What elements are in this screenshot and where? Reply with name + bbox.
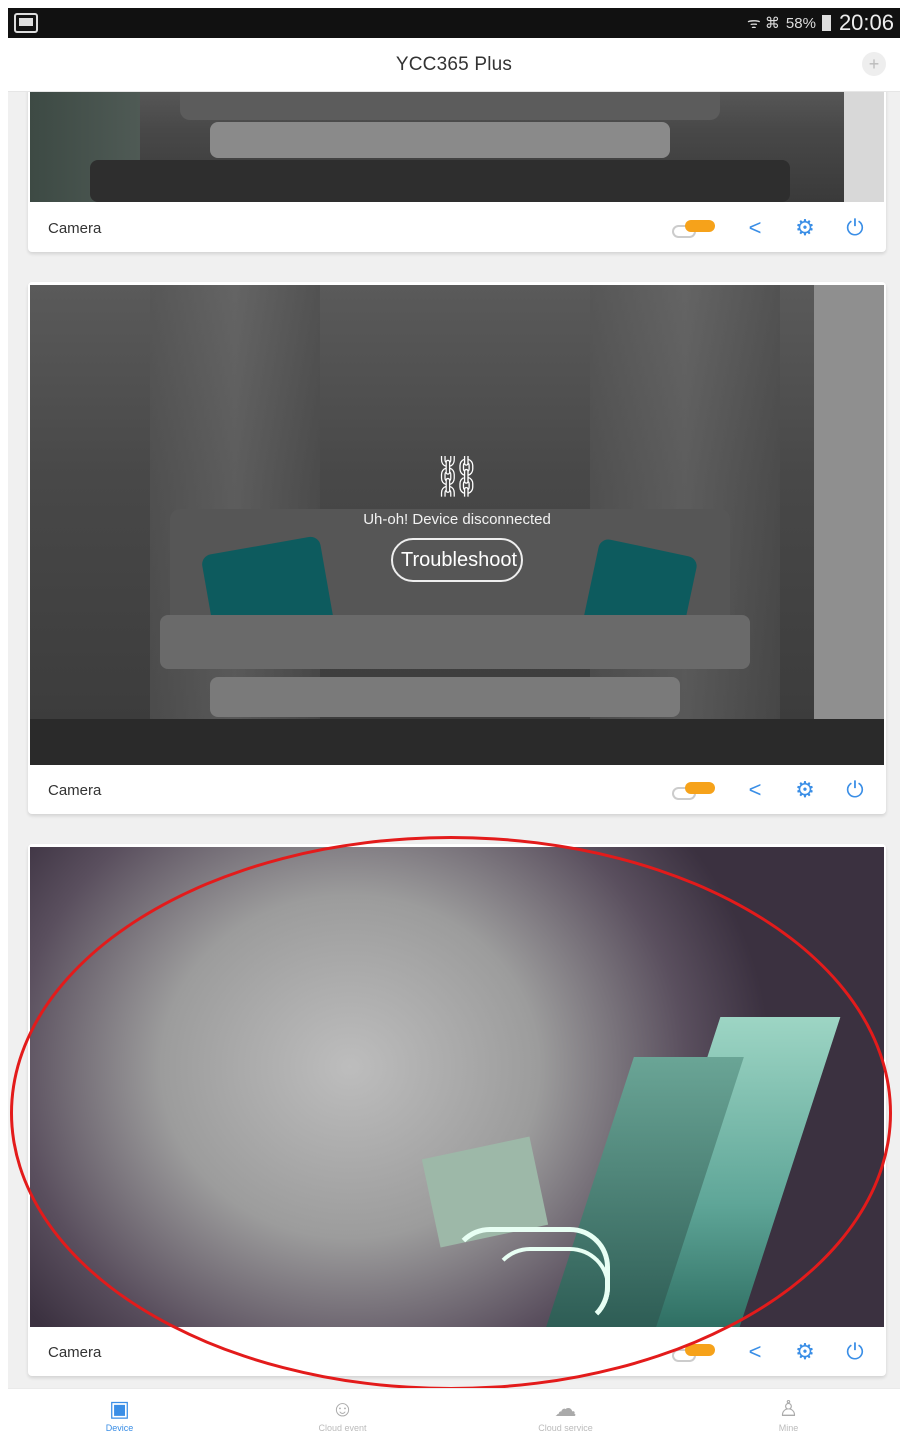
disconnected-overlay: ⛓ Uh-oh! Device disconnected Troubleshoo…	[30, 455, 884, 582]
broken-link-icon: ⛓	[431, 455, 483, 499]
status-indicators: ᯤ ⌘ 58% 20:06	[747, 10, 894, 36]
share-icon[interactable]: <	[744, 1341, 766, 1363]
card-actions: < ⚙ ⏻	[672, 216, 866, 240]
nav-label: Mine	[778, 1422, 799, 1433]
camera-feed[interactable]	[30, 92, 884, 202]
power-icon[interactable]: ⏻	[844, 1341, 866, 1363]
cloud-icon[interactable]	[672, 216, 716, 240]
signal-icon: ᯤ ⌘	[747, 15, 780, 32]
bottom-nav: ▣ Device ☺ Cloud event ☁ Cloud service ♙…	[8, 1388, 900, 1440]
camera-name[interactable]: Camera	[48, 220, 101, 237]
camera-feed[interactable]: ⛓ Uh-oh! Device disconnected Troubleshoo…	[30, 285, 884, 765]
nav-mine[interactable]: ♙ Mine	[729, 1395, 849, 1433]
clock: 20:06	[838, 10, 894, 35]
status-bar: ᯤ ⌘ 58% 20:06	[8, 8, 900, 38]
user-icon: ♙	[778, 1395, 799, 1421]
cloud-icon: ☁	[554, 1395, 577, 1421]
app-header: YCC365 Plus +	[8, 38, 900, 92]
battery-icon	[821, 15, 831, 31]
card-actions: < ⚙ ⏻	[672, 1340, 866, 1364]
device-icon: ▣	[109, 1395, 130, 1421]
annotation-ellipse	[10, 836, 892, 1390]
nav-label: Cloud event	[318, 1422, 367, 1433]
nav-cloud-event[interactable]: ☺ Cloud event	[283, 1395, 403, 1433]
battery-percent: 58%	[785, 14, 816, 32]
app-title: YCC365 Plus	[395, 53, 513, 75]
nav-cloud-service[interactable]: ☁ Cloud service	[506, 1395, 626, 1433]
nav-label: Device	[105, 1422, 134, 1433]
share-icon[interactable]: <	[744, 779, 766, 801]
add-device-button[interactable]: +	[862, 52, 886, 76]
card-footer: Camera < ⚙ ⏻	[28, 204, 886, 252]
cloud-icon[interactable]	[672, 778, 716, 802]
camera-name[interactable]: Camera	[48, 1344, 101, 1361]
card-footer: Camera < ⚙ ⏻	[28, 766, 886, 814]
cloud-badge	[685, 782, 715, 794]
cloud-badge	[685, 220, 715, 232]
plus-icon: +	[868, 54, 880, 74]
disconnected-message: Uh-oh! Device disconnected	[363, 511, 551, 528]
face-icon: ☺	[331, 1395, 354, 1421]
share-icon[interactable]: <	[744, 217, 766, 239]
settings-icon[interactable]: ⚙	[794, 779, 816, 801]
nav-label: Cloud service	[538, 1422, 593, 1433]
camera-name[interactable]: Camera	[48, 782, 101, 799]
settings-icon[interactable]: ⚙	[794, 1341, 816, 1363]
troubleshoot-button[interactable]: Troubleshoot	[391, 538, 523, 582]
device-card[interactable]: Camera < ⚙ ⏻	[28, 92, 886, 252]
device-card[interactable]: ⛓ Uh-oh! Device disconnected Troubleshoo…	[28, 282, 886, 814]
power-icon[interactable]: ⏻	[844, 217, 866, 239]
app-screen: ᯤ ⌘ 58% 20:06 YCC365 Plus + Camera < ⚙ ⏻…	[0, 0, 901, 1440]
settings-icon[interactable]: ⚙	[794, 217, 816, 239]
nav-device[interactable]: ▣ Device	[60, 1395, 180, 1433]
screenshot-icon	[14, 13, 38, 33]
card-actions: < ⚙ ⏻	[672, 778, 866, 802]
power-icon[interactable]: ⏻	[844, 779, 866, 801]
